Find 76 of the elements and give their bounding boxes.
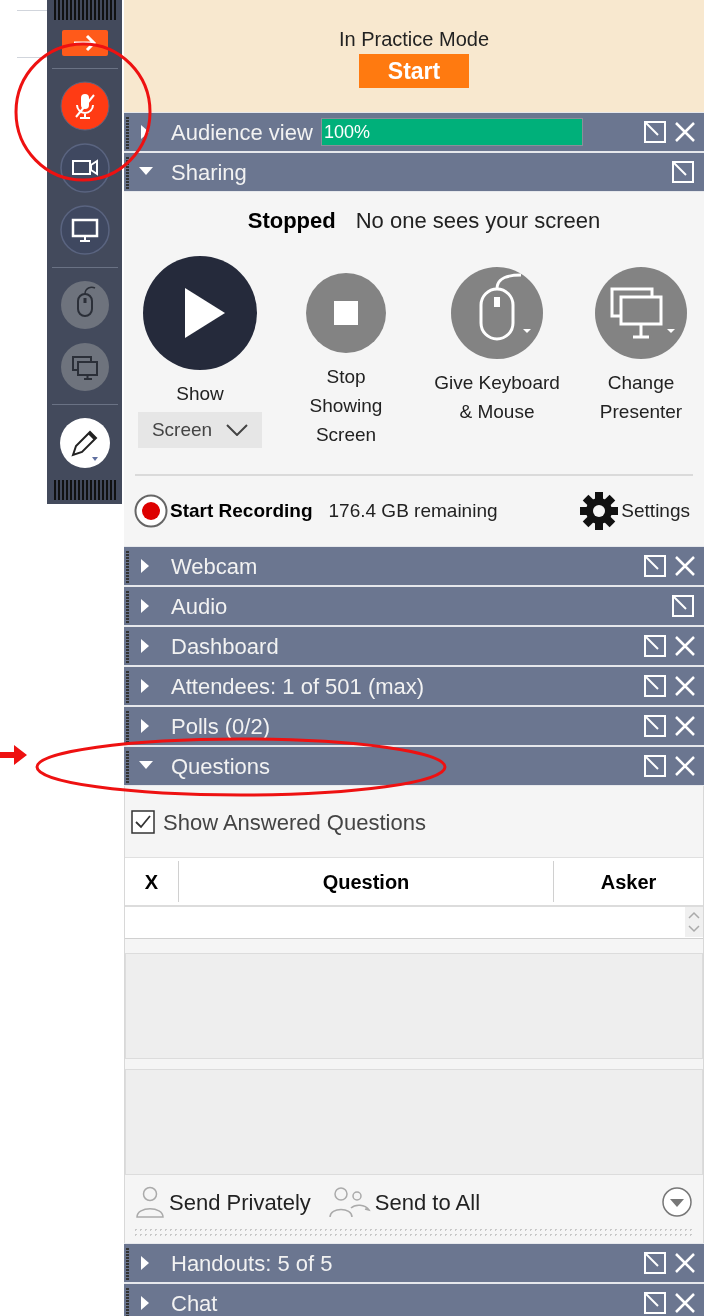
screen-share-button[interactable] bbox=[59, 205, 110, 255]
status-label: Stopped bbox=[247, 207, 336, 235]
people-icon bbox=[328, 1186, 371, 1218]
play-button[interactable] bbox=[142, 255, 258, 371]
pane-header[interactable]: Questions bbox=[124, 747, 704, 785]
pen-button[interactable] bbox=[58, 417, 111, 469]
pane-title: Audio bbox=[171, 592, 228, 621]
pane-header[interactable]: Attendees: 1 of 501 (max) bbox=[124, 667, 704, 705]
undock-icon[interactable] bbox=[644, 675, 666, 697]
pane-title: Attendees: 1 of 501 (max) bbox=[171, 672, 425, 701]
column-header: Question bbox=[179, 861, 554, 902]
undock-icon[interactable] bbox=[644, 755, 666, 777]
undock-icon[interactable] bbox=[644, 635, 666, 657]
exit-arrow-button[interactable] bbox=[61, 30, 108, 56]
storage-remaining: 176.4 GB remaining bbox=[328, 498, 498, 523]
pane-title: Dashboard bbox=[171, 632, 279, 661]
level-reading: 100% bbox=[323, 121, 370, 143]
checkbox-label: Show Answered Questions bbox=[163, 808, 426, 837]
pane-header[interactable]: Webcam bbox=[124, 547, 704, 585]
pane-title: Sharing bbox=[171, 158, 247, 187]
pane-header[interactable]: Audience view 100% bbox=[124, 113, 704, 151]
close-icon[interactable] bbox=[674, 755, 696, 777]
change-presenter-button[interactable] bbox=[594, 266, 688, 360]
grip-icon bbox=[51, 0, 118, 20]
pane-header[interactable]: Handouts: 5 of 5 bbox=[124, 1244, 704, 1282]
close-icon[interactable] bbox=[674, 555, 696, 577]
close-icon[interactable] bbox=[674, 675, 696, 697]
mode-label: In Practice Mode bbox=[338, 27, 490, 52]
pane-title: Chat bbox=[171, 1289, 218, 1316]
mouse-control-button[interactable] bbox=[450, 266, 544, 360]
pane-title: Questions bbox=[171, 752, 271, 781]
status-message: No one sees your screen bbox=[355, 207, 601, 235]
undock-icon[interactable] bbox=[644, 1292, 666, 1314]
settings-icon bbox=[579, 490, 620, 531]
send-privately-button[interactable]: Send Privately bbox=[135, 1185, 311, 1219]
screen-dropdown[interactable]: Screen bbox=[138, 412, 262, 448]
action-label: Stop Showing Screen bbox=[308, 365, 384, 447]
checkbox[interactable] bbox=[131, 810, 155, 834]
answer-input-area[interactable] bbox=[125, 1069, 703, 1175]
undock-icon[interactable] bbox=[644, 555, 666, 577]
undock-icon[interactable] bbox=[672, 595, 694, 617]
pane-header[interactable]: Audio bbox=[124, 587, 704, 625]
pane-title: Webcam bbox=[171, 552, 258, 581]
column-header: Asker bbox=[599, 869, 658, 895]
microphone-button[interactable] bbox=[59, 81, 110, 131]
pane-header[interactable]: Polls (0/2) bbox=[124, 707, 704, 745]
start-button[interactable]: Start bbox=[359, 54, 469, 88]
pointer-arrow bbox=[0, 744, 28, 766]
send-to-all-button[interactable]: Send to All bbox=[328, 1185, 481, 1219]
close-icon[interactable] bbox=[674, 715, 696, 737]
close-icon[interactable] bbox=[674, 121, 696, 143]
chevron-down-icon bbox=[226, 424, 249, 436]
webcam-button[interactable] bbox=[59, 143, 110, 193]
action-label: Give Keyboard & Mouse bbox=[433, 371, 561, 424]
undock-icon[interactable] bbox=[644, 715, 666, 737]
start-recording-link[interactable]: Start Recording bbox=[170, 496, 313, 526]
close-icon[interactable] bbox=[674, 1292, 696, 1314]
person-icon bbox=[135, 1186, 165, 1218]
settings-link[interactable]: Settings bbox=[621, 496, 690, 526]
pane-title: Handouts: 5 of 5 bbox=[171, 1249, 333, 1278]
stop-button[interactable] bbox=[305, 272, 387, 354]
action-label: Show bbox=[175, 382, 225, 406]
close-icon[interactable] bbox=[674, 635, 696, 657]
pane-header[interactable]: Chat bbox=[124, 1284, 704, 1316]
undock-icon[interactable] bbox=[644, 1252, 666, 1274]
dropdown-icon[interactable] bbox=[661, 1186, 693, 1218]
grip-icon bbox=[51, 480, 118, 500]
column-header: X bbox=[125, 861, 179, 902]
undock-icon[interactable] bbox=[644, 121, 666, 143]
pane-title: Polls (0/2) bbox=[171, 712, 271, 741]
close-icon[interactable] bbox=[674, 1252, 696, 1274]
pane-header[interactable]: Dashboard bbox=[124, 627, 704, 665]
undock-icon[interactable] bbox=[672, 161, 694, 183]
action-label: Change Presenter bbox=[598, 371, 684, 424]
pane-header[interactable]: Sharing bbox=[124, 153, 704, 191]
pane-title: Audience view bbox=[171, 118, 313, 147]
